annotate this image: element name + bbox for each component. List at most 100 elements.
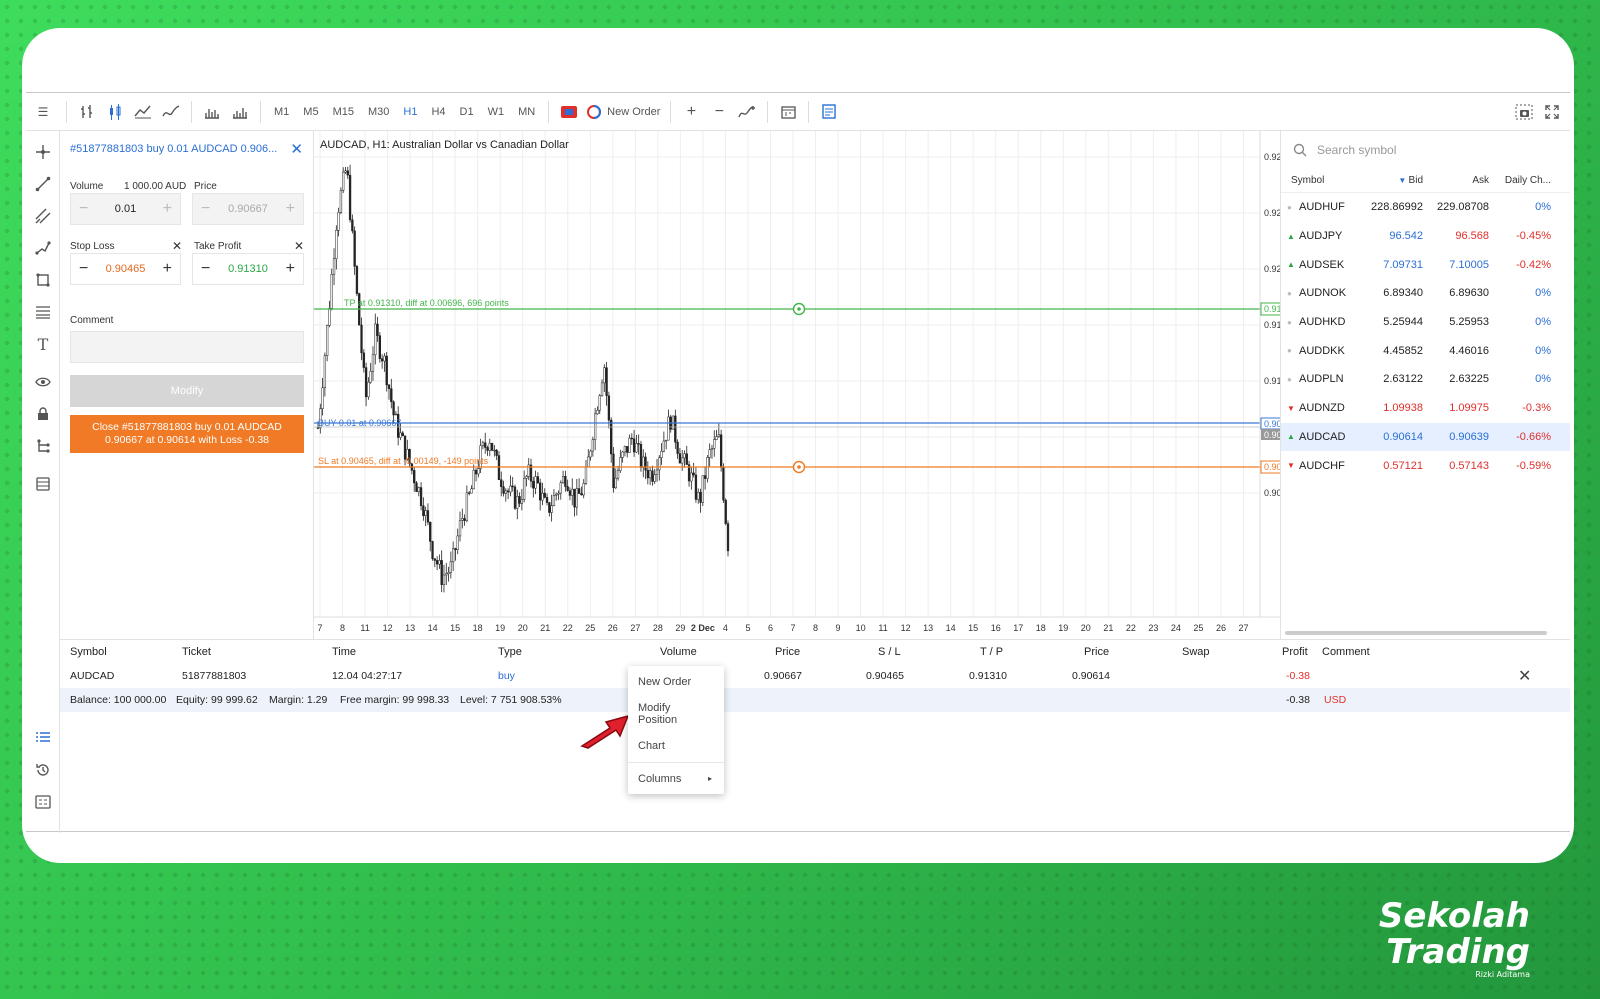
comment-input[interactable] [70, 331, 304, 363]
trend-line-icon[interactable] [32, 173, 54, 195]
timeframe-d1[interactable]: D1 [453, 106, 481, 118]
indicators-icon[interactable] [733, 98, 761, 126]
screenshot-icon[interactable] [1510, 98, 1538, 126]
line-chart-icon[interactable] [157, 98, 185, 126]
symbol-row-audhuf[interactable]: ● AUDHUF 228.86992 229.08708 0% [1281, 193, 1570, 222]
symbol-row-audcad[interactable]: ▲ AUDCAD 0.90614 0.90639 -0.66% [1281, 422, 1570, 452]
candle-body [543, 492, 546, 498]
search-input[interactable]: Search symbol [1317, 143, 1396, 157]
timeframe-m5[interactable]: M5 [296, 106, 325, 118]
th-ticket[interactable]: Ticket [182, 646, 211, 658]
timeframe-m15[interactable]: M15 [326, 106, 361, 118]
crosshair-icon[interactable] [32, 141, 54, 163]
symbol-row-audjpy[interactable]: ▲ AUDJPY 96.542 96.568 -0.45% [1281, 222, 1570, 251]
take-profit-value[interactable]: 0.91310 [228, 263, 268, 275]
volume-increase-button[interactable]: + [163, 200, 172, 218]
sl-price-tag-text: 0.90465 [1264, 462, 1280, 472]
objects-tree-icon[interactable] [32, 435, 54, 457]
symbol-row-audhkd[interactable]: ● AUDHKD 5.25944 5.25953 0% [1281, 308, 1570, 337]
menu-columns[interactable]: Columns ▸ [628, 762, 724, 794]
zoom-in-icon[interactable]: + [677, 98, 705, 126]
stop-loss-decrease-button[interactable]: − [79, 260, 88, 278]
timeframe-h4[interactable]: H4 [424, 106, 452, 118]
rectangle-icon[interactable] [32, 269, 54, 291]
th-profit[interactable]: Profit [1282, 646, 1308, 658]
eye-icon[interactable] [32, 371, 54, 393]
path-icon[interactable] [32, 237, 54, 259]
candle-body [385, 355, 388, 386]
symbol-row-audpln[interactable]: ● AUDPLN 2.63122 2.63225 0% [1281, 365, 1570, 394]
close-position-button[interactable]: Close #51877881803 buy 0.01 AUDCAD 0.906… [70, 415, 304, 453]
histogram-icon[interactable] [198, 98, 226, 126]
symbol-row-audnzd[interactable]: ▼ AUDNZD 1.09938 1.09975 -0.3% [1281, 394, 1570, 423]
candle-body [490, 442, 494, 451]
symbol-search[interactable]: Search symbol [1281, 131, 1570, 169]
col-symbol[interactable]: Symbol [1281, 175, 1357, 186]
close-panel-icon[interactable]: ✕ [290, 140, 303, 158]
close-position-icon[interactable]: ✕ [1518, 666, 1531, 686]
one-click-trading-icon[interactable] [555, 98, 583, 126]
timeframe-m30[interactable]: M30 [361, 106, 396, 118]
fullscreen-icon[interactable] [1538, 98, 1566, 126]
timeframe-w1[interactable]: W1 [481, 106, 512, 118]
col-daily-change[interactable]: Daily Ch... [1489, 175, 1557, 186]
th-price-current[interactable]: Price [1084, 646, 1109, 658]
area-chart-icon[interactable] [129, 98, 157, 126]
price-decrease-button[interactable]: − [201, 200, 210, 218]
th-swap[interactable]: Swap [1182, 646, 1210, 658]
symbol-row-audsek[interactable]: ▲ AUDSEK 7.09731 7.10005 -0.42% [1281, 250, 1570, 279]
channel-icon[interactable] [32, 205, 54, 227]
candle-body [339, 190, 343, 213]
th-price[interactable]: Price [775, 646, 800, 658]
th-type[interactable]: Type [498, 646, 522, 658]
symbol-row-auddkk[interactable]: ● AUDDKK 4.45852 4.46016 0% [1281, 336, 1570, 365]
symbol-row-audchf[interactable]: ▼ AUDCHF 0.57121 0.57143 -0.59% [1281, 451, 1570, 480]
col-bid[interactable]: ▼ Bid [1357, 175, 1423, 186]
volume-value[interactable]: 0.01 [115, 203, 136, 215]
symbol-row-audnok[interactable]: ● AUDNOK 6.89340 6.89630 0% [1281, 279, 1570, 308]
journal-icon[interactable] [32, 791, 54, 813]
order-panel-icon[interactable] [815, 98, 843, 126]
symbol-name: AUDJPY [1299, 230, 1343, 243]
col-ask[interactable]: Ask [1423, 175, 1489, 186]
candle-body [724, 499, 727, 524]
th-volume[interactable]: Volume [660, 646, 697, 658]
modify-button[interactable]: Modify [70, 375, 304, 407]
layers-icon[interactable] [32, 473, 54, 495]
price-chart[interactable]: AUDCAD, H1: Australian Dollar vs Canadia… [314, 131, 1280, 639]
menu-chart[interactable]: Chart [628, 730, 724, 762]
stop-loss-value[interactable]: 0.90465 [106, 263, 146, 275]
menu-new-order[interactable]: New Order [628, 666, 724, 698]
new-order-button[interactable]: New Order [583, 98, 664, 126]
take-profit-decrease-button[interactable]: − [201, 260, 210, 278]
menu-modify-position[interactable]: Modify Position [628, 698, 724, 730]
timeframe-h1[interactable]: H1 [396, 106, 424, 118]
stop-loss-increase-button[interactable]: + [163, 260, 172, 278]
th-symbol[interactable]: Symbol [70, 646, 107, 658]
calendar-icon[interactable] [774, 98, 802, 126]
price-increase-button[interactable]: + [286, 200, 295, 218]
take-profit-clear-icon[interactable]: ✕ [294, 239, 304, 253]
menu-icon[interactable]: ☰ [26, 98, 60, 126]
th-comment[interactable]: Comment [1322, 646, 1370, 658]
position-row[interactable]: AUDCAD 51877881803 12.04 04:27:17 buy 0.… [60, 664, 1570, 688]
th-sl[interactable]: S / L [878, 646, 901, 658]
th-tp[interactable]: T / P [980, 646, 1003, 658]
fibonacci-icon[interactable] [32, 301, 54, 323]
take-profit-increase-button[interactable]: + [286, 260, 295, 278]
timeframe-m1[interactable]: M1 [267, 106, 296, 118]
bar-chart-icon[interactable] [73, 98, 101, 126]
zoom-out-icon[interactable]: − [705, 98, 733, 126]
volume-icon[interactable] [226, 98, 254, 126]
stop-loss-clear-icon[interactable]: ✕ [172, 239, 182, 253]
history-icon[interactable] [32, 759, 54, 781]
horizontal-scrollbar[interactable] [1285, 631, 1547, 635]
trade-list-icon[interactable] [32, 727, 54, 749]
th-time[interactable]: Time [332, 646, 356, 658]
candle-body [472, 469, 475, 490]
text-tool-icon[interactable]: T [32, 333, 54, 355]
lock-icon[interactable] [32, 403, 54, 425]
candlestick-icon[interactable] [101, 98, 129, 126]
volume-decrease-button[interactable]: − [79, 200, 88, 218]
timeframe-mn[interactable]: MN [511, 106, 542, 118]
